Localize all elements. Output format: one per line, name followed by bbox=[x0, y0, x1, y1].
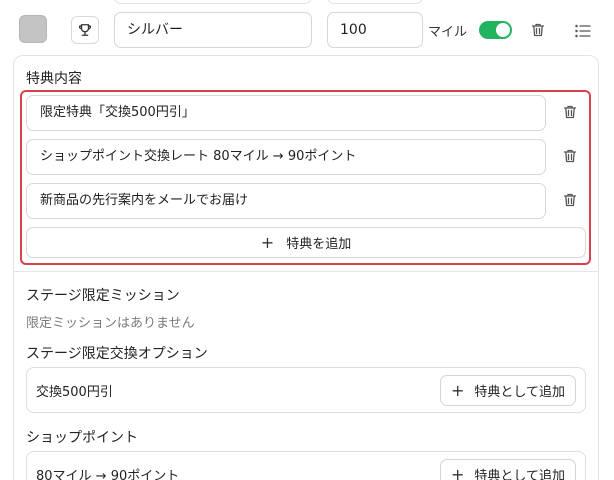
section-divider bbox=[14, 271, 598, 272]
add-benefit-button[interactable]: + 特典を追加 bbox=[26, 227, 586, 258]
benefit-input-1[interactable]: 限定特典「交換500円引」 bbox=[26, 95, 546, 131]
trophy-icon bbox=[78, 24, 92, 36]
add-as-benefit-button[interactable]: + 特典として追加 bbox=[439, 375, 576, 406]
tier-row: シルバー 100 マイル bbox=[0, 0, 614, 58]
benefit-input-3[interactable]: 新商品の先行案内をメールでお届け bbox=[26, 183, 546, 219]
trash-icon bbox=[563, 149, 577, 163]
drag-handle-button[interactable] bbox=[575, 23, 591, 42]
shop-points-section-title: ショップポイント bbox=[26, 430, 138, 446]
plus-icon: + bbox=[450, 381, 465, 400]
add-shop-point-as-benefit-button[interactable]: + 特典として追加 bbox=[439, 459, 576, 480]
exchange-option-card: 交換500円引 + 特典として追加 bbox=[26, 367, 586, 413]
delete-benefit-2-button[interactable] bbox=[562, 148, 578, 168]
tier-icon-button[interactable] bbox=[71, 16, 99, 44]
benefit-input-2[interactable]: ショップポイント交換レート 80マイル → 90ポイント bbox=[26, 139, 546, 175]
tier-enabled-toggle[interactable] bbox=[479, 21, 512, 39]
exchange-options-section-title: ステージ限定交換オプション bbox=[26, 346, 208, 362]
tier-miles-input[interactable]: 100 bbox=[327, 12, 423, 48]
exchange-option-label: 交換500円引 bbox=[36, 385, 113, 400]
delete-benefit-1-button[interactable] bbox=[562, 104, 578, 124]
tier-name-input[interactable]: シルバー bbox=[114, 12, 312, 48]
delete-benefit-3-button[interactable] bbox=[562, 192, 578, 212]
missions-empty-text: 限定ミッションはありません bbox=[26, 316, 195, 331]
list-menu-icon bbox=[575, 24, 591, 38]
delete-tier-button[interactable] bbox=[530, 22, 546, 42]
trash-icon bbox=[563, 105, 577, 119]
tier-color-swatch[interactable] bbox=[19, 15, 47, 43]
missions-section-title: ステージ限定ミッション bbox=[26, 288, 180, 304]
benefits-section-title: 特典内容 bbox=[26, 71, 82, 87]
add-as-benefit-label: 特典として追加 bbox=[474, 385, 565, 400]
trash-icon bbox=[563, 193, 577, 207]
trash-icon bbox=[531, 23, 545, 37]
miles-unit-label: マイル bbox=[428, 25, 468, 40]
shop-point-option-label: 80マイル → 90ポイント bbox=[36, 469, 180, 480]
add-shop-point-as-benefit-label: 特典として追加 bbox=[474, 469, 565, 480]
plus-icon: + bbox=[260, 233, 275, 252]
toggle-knob bbox=[496, 23, 510, 37]
shop-point-option-card: 80マイル → 90ポイント + 特典として追加 bbox=[26, 451, 586, 480]
plus-icon: + bbox=[450, 465, 465, 480]
add-benefit-label: 特典を追加 bbox=[286, 237, 352, 252]
